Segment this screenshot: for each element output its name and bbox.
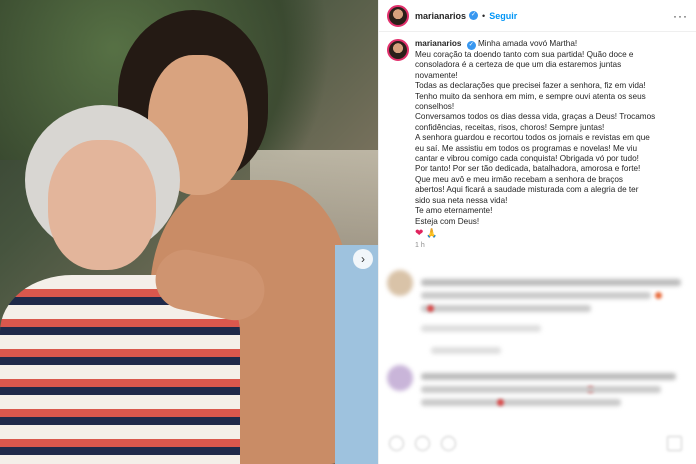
chevron-right-icon[interactable]: › [353, 249, 373, 269]
blurred-text [421, 305, 591, 312]
caption-line: Conversamos todos os dias dessa vida, gr… [415, 112, 656, 122]
caption-line: Esteja com Deus! [415, 216, 480, 226]
caption-username[interactable]: marianarios [415, 39, 461, 48]
verified-badge-icon: ✓ [466, 41, 476, 50]
caption-line: Por tanto! Por ser tão dedicada, batalha… [415, 164, 641, 174]
caption-line: Todas as declarações que precisei fazer … [415, 81, 646, 91]
follow-button[interactable]: Seguir [489, 11, 517, 21]
caption-line: confidências, receitas, risos, choros! S… [415, 122, 605, 132]
blurred-text [421, 292, 651, 299]
action-bar [387, 433, 687, 455]
caption-emojis: ❤ 🙏 [415, 228, 685, 239]
heart-icon[interactable] [389, 436, 404, 451]
blue-fabric [335, 245, 378, 464]
caption-line: Tenho muito da senhora em mim, e sempre … [415, 91, 646, 101]
caption-line: Te amo eternamente! [415, 206, 493, 216]
caption-line: cantar e vibrou comigo cada conquista! O… [415, 154, 639, 164]
more-options-icon[interactable]: ··· [673, 9, 688, 23]
post-side-panel: marianarios ✓ • Seguir ··· marianarios ✓… [378, 0, 696, 464]
separator-dot: • [482, 10, 486, 21]
blurred-emoji [497, 399, 504, 406]
caption-line: marianarios ✓ Minha amada vovó Martha! [415, 39, 685, 50]
blurred-text [421, 399, 621, 406]
caption-line: A senhora guardou e recortou todos os jo… [415, 133, 650, 143]
verified-badge-icon: ✓ [469, 11, 479, 20]
caption-text: marianarios ✓ Minha amada vovó Martha! M… [415, 39, 685, 227]
praying-hands-emoji: 🙏 [426, 227, 438, 238]
post-photo[interactable]: › [0, 0, 378, 464]
grandmother-face [48, 140, 156, 270]
blurred-meta [421, 325, 541, 332]
caption-line: abertos! Aqui ficará a saudade misturada… [415, 185, 639, 195]
blurred-text [421, 386, 661, 393]
blurred-emoji [655, 292, 662, 299]
blurred-avatar [387, 365, 413, 391]
bookmark-icon[interactable] [667, 436, 682, 451]
blurred-avatar [387, 270, 413, 296]
blurred-text [421, 373, 676, 380]
caption-line: conselhos! [415, 102, 455, 112]
blurred-text [421, 279, 681, 286]
blurred-emoji [427, 305, 434, 312]
caption-line: novamente! [415, 70, 458, 80]
caption-line-text: Minha amada vovó Martha! [477, 39, 578, 48]
caption-avatar[interactable] [387, 39, 409, 61]
blurred-meta [431, 347, 501, 354]
post-header: marianarios ✓ • Seguir ··· [379, 0, 696, 32]
share-icon[interactable] [441, 436, 456, 451]
post-time[interactable]: 1 h [415, 242, 685, 249]
caption-line: Que meu avô e meu irmão recebam a senhor… [415, 174, 623, 184]
caption-line: Meu coração ta doendo tanto com sua part… [415, 50, 634, 59]
red-heart-emoji: ❤ [415, 227, 424, 239]
caption-line: consoladora é a certeza de que um dia es… [415, 60, 622, 70]
caption: marianarios ✓ Minha amada vovó Martha! M… [379, 32, 696, 249]
caption-line: sido sua neta nessa vida! [415, 195, 508, 205]
blurred-comment [387, 365, 687, 430]
comment-icon[interactable] [415, 436, 430, 451]
header-username[interactable]: marianarios [415, 11, 466, 21]
blurred-comment [387, 270, 687, 360]
caption-line: eu saí. Me assistiu em todos os programa… [415, 143, 638, 153]
caption-body: marianarios ✓ Minha amada vovó Martha! M… [415, 39, 685, 249]
avatar[interactable] [387, 4, 409, 27]
